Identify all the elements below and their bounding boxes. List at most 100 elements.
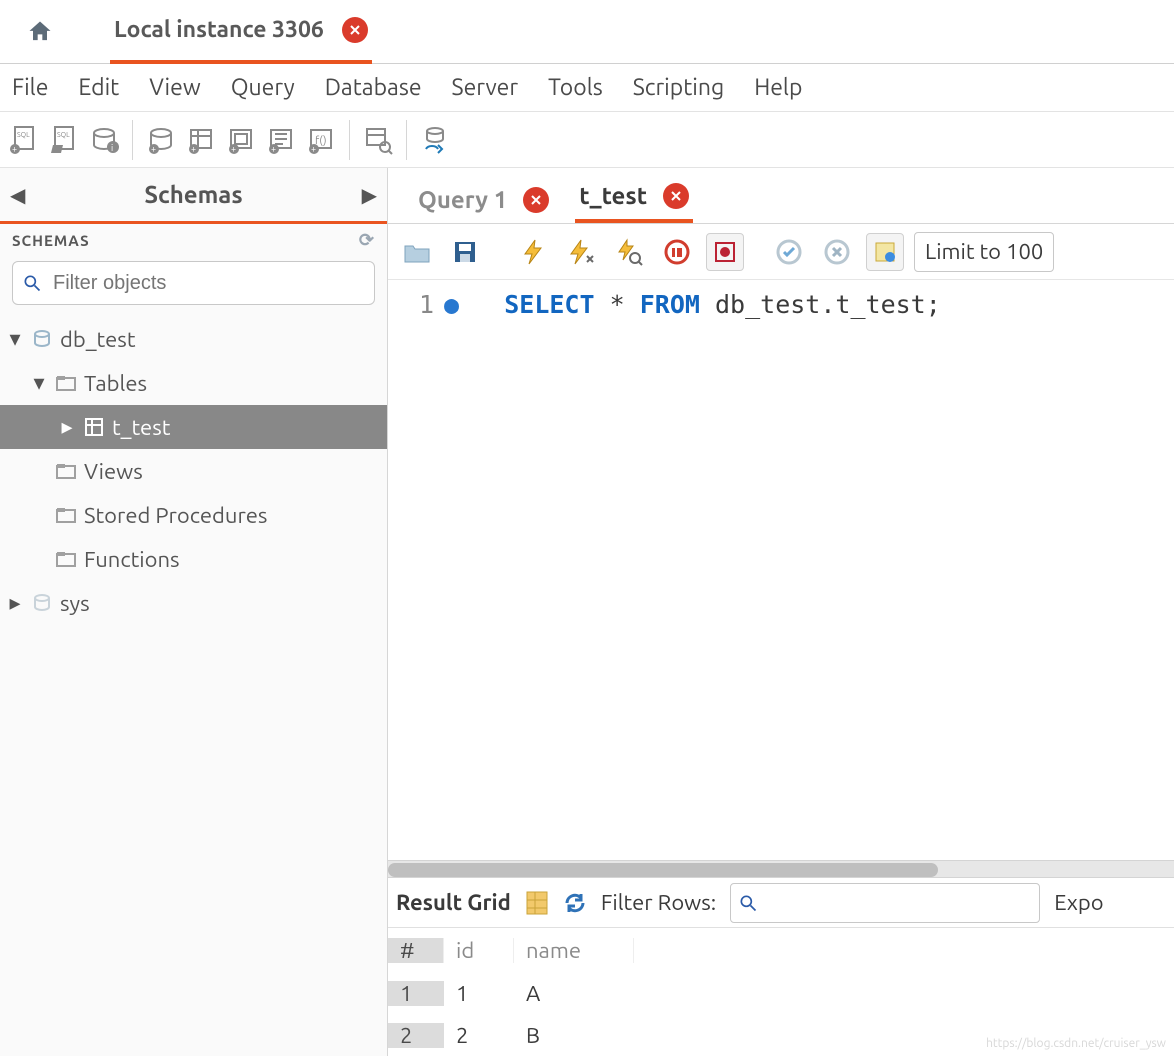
- limit-toggle-icon: [873, 240, 897, 264]
- tree-tables-label: Tables: [84, 371, 147, 396]
- grid-cell[interactable]: 1: [444, 981, 514, 1006]
- create-procedure-button[interactable]: +: [263, 122, 299, 158]
- refresh-results-button[interactable]: [563, 891, 587, 915]
- execute-button[interactable]: [514, 233, 552, 271]
- save-file-button[interactable]: [446, 233, 484, 271]
- grid-header-rownum[interactable]: #: [388, 938, 444, 963]
- folder-icon: [54, 371, 78, 395]
- sql-file-icon: SQL+: [9, 125, 39, 155]
- scrollbar-thumb[interactable]: [388, 863, 938, 877]
- save-icon: [453, 240, 477, 264]
- stop-button[interactable]: [658, 233, 696, 271]
- folder-icon: [54, 503, 78, 527]
- autocommit-icon: [713, 240, 737, 264]
- line-number: 1: [404, 290, 434, 319]
- grid-cell[interactable]: B: [514, 1023, 634, 1048]
- sidebar-prev-button[interactable]: ◀: [10, 183, 34, 207]
- toolbar-separator: [132, 120, 133, 160]
- database-icon: [30, 591, 54, 615]
- new-sql-tab-button[interactable]: SQL+: [6, 122, 42, 158]
- tree-views[interactable]: Views: [0, 449, 387, 493]
- table-search-icon: [363, 125, 393, 155]
- rollback-button[interactable]: [818, 233, 856, 271]
- grid-cell-rownum: 1: [388, 980, 444, 1006]
- menu-help[interactable]: Help: [754, 75, 802, 100]
- home-button[interactable]: [10, 18, 70, 46]
- sql-editor[interactable]: 1● SELECT * FROM db_test.t_test;: [388, 280, 1174, 860]
- editor-tab-query1[interactable]: Query 1: [414, 178, 553, 223]
- execute-current-button[interactable]: [562, 233, 600, 271]
- info-db-icon: i: [89, 125, 119, 155]
- menu-file[interactable]: File: [12, 75, 48, 100]
- refresh-icon: [563, 891, 587, 915]
- sidebar-next-button[interactable]: ▶: [353, 183, 377, 207]
- grid-header: # id name: [388, 928, 1174, 972]
- grid-cell[interactable]: 2: [444, 1023, 514, 1048]
- table-icon: [82, 415, 106, 439]
- grid-cell[interactable]: A: [514, 981, 634, 1006]
- menu-tools[interactable]: Tools: [548, 75, 603, 100]
- sql-toolbar: Limit to 100: [388, 224, 1174, 280]
- menu-database[interactable]: Database: [325, 75, 422, 100]
- schema-tree: ▾ db_test ▾ Tables ▸ t_test Views: [0, 313, 387, 625]
- search-table-data-button[interactable]: [360, 122, 396, 158]
- explain-button[interactable]: [610, 233, 648, 271]
- filter-rows-input[interactable]: [730, 883, 1040, 923]
- limit-rows-dropdown[interactable]: Limit to 100: [914, 232, 1054, 272]
- close-connection-button[interactable]: [342, 17, 368, 43]
- toolbar-separator: [406, 120, 407, 160]
- open-sql-file-button[interactable]: SQL: [46, 122, 82, 158]
- editor-tab-ttest[interactable]: t_test: [575, 174, 693, 223]
- filter-objects-input[interactable]: [12, 261, 375, 305]
- folder-open-icon: [403, 240, 431, 264]
- func-plus-icon: f()+: [306, 125, 336, 155]
- tree-db[interactable]: ▾ db_test: [0, 317, 387, 361]
- svg-text:+: +: [231, 144, 236, 154]
- create-function-button[interactable]: f()+: [303, 122, 339, 158]
- tree-tables[interactable]: ▾ Tables: [0, 361, 387, 405]
- menu-query[interactable]: Query: [231, 75, 295, 100]
- connection-tab[interactable]: Local instance 3306: [110, 0, 372, 64]
- sidebar-header: ◀ Schemas ▶: [0, 168, 387, 224]
- tree-sys[interactable]: ▸ sys: [0, 581, 387, 625]
- close-tab-button[interactable]: [523, 187, 549, 213]
- grid-header-name[interactable]: name: [514, 938, 634, 963]
- refresh-schemas-button[interactable]: ⟳: [359, 230, 375, 251]
- connection-tab-strip: Local instance 3306: [0, 0, 1174, 64]
- result-grid-label: Result Grid: [396, 890, 511, 915]
- export-label[interactable]: Expo: [1054, 890, 1103, 915]
- tree-functions[interactable]: Functions: [0, 537, 387, 581]
- svg-text:+: +: [311, 144, 316, 154]
- rollback-icon: [824, 239, 850, 265]
- commit-button[interactable]: [770, 233, 808, 271]
- watermark-text: https://blog.csdn.net/cruiser_ysw: [986, 1037, 1166, 1050]
- menu-edit[interactable]: Edit: [78, 75, 119, 100]
- menu-server[interactable]: Server: [452, 75, 519, 100]
- svg-text:+: +: [12, 144, 17, 154]
- create-schema-button[interactable]: +: [143, 122, 179, 158]
- menu-scripting[interactable]: Scripting: [633, 75, 725, 100]
- chevron-right-icon: ▸: [6, 590, 24, 616]
- navigator-sidebar: ◀ Schemas ▶ SCHEMAS ⟳ ▾ db_test ▾: [0, 168, 388, 1056]
- tree-table-t_test[interactable]: ▸ t_test: [0, 405, 387, 449]
- menu-bar: File Edit View Query Database Server Too…: [0, 64, 1174, 112]
- tree-procedures[interactable]: Stored Procedures: [0, 493, 387, 537]
- grid-row[interactable]: 1 1 A: [388, 972, 1174, 1014]
- result-grid-view-button[interactable]: [525, 890, 549, 916]
- search-icon: [22, 273, 42, 293]
- reconnect-button[interactable]: [417, 122, 453, 158]
- open-file-button[interactable]: [398, 233, 436, 271]
- grid-header-id[interactable]: id: [444, 938, 514, 963]
- toggle-autocommit-button[interactable]: [706, 233, 744, 271]
- tree-views-label: Views: [84, 459, 143, 484]
- create-view-button[interactable]: +: [223, 122, 259, 158]
- filter-rows-label: Filter Rows:: [601, 890, 716, 915]
- editor-horizontal-scrollbar[interactable]: [388, 860, 1174, 878]
- toggle-limit-button[interactable]: [866, 233, 904, 271]
- editor-tab-strip: Query 1 t_test: [388, 168, 1174, 224]
- inspector-button[interactable]: i: [86, 122, 122, 158]
- close-icon: [349, 24, 361, 36]
- close-tab-button[interactable]: [663, 183, 689, 209]
- menu-view[interactable]: View: [149, 75, 200, 100]
- create-table-button[interactable]: +: [183, 122, 219, 158]
